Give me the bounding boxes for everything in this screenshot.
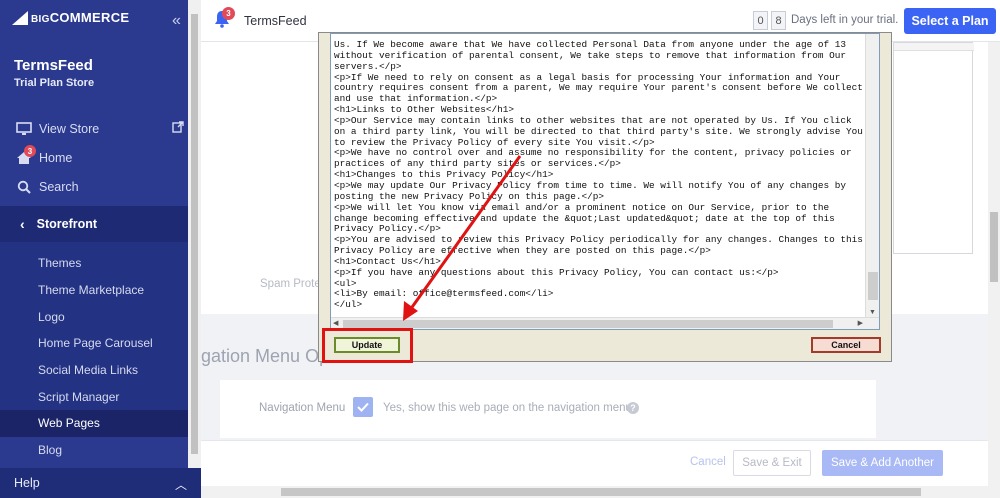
store-plan: Trial Plan Store	[14, 77, 95, 89]
storefront-section: ‹ Storefront Themes Theme Marketplace Lo…	[0, 206, 188, 457]
source-hscroll-thumb[interactable]	[343, 320, 833, 328]
external-link-icon	[172, 121, 184, 133]
page-scrollbar[interactable]	[988, 42, 1000, 486]
sidebar-item-logo[interactable]: Logo	[0, 303, 188, 330]
help-menu[interactable]: Help ︿	[0, 468, 201, 498]
sidebar-item-home-page-carousel[interactable]: Home Page Carousel	[0, 330, 188, 357]
home-badge: 3	[24, 145, 36, 157]
chevron-left-icon: ‹	[20, 216, 25, 232]
source-code-line: </ul>	[334, 299, 363, 311]
html-source-text: Us. If We become aware that We have coll…	[334, 39, 868, 311]
sidebar-item-social-media-links[interactable]: Social Media Links	[0, 357, 188, 384]
bigcommerce-logo[interactable]: BIGCOMMERCE	[12, 10, 129, 25]
trial-days-digit-2: 8	[771, 11, 786, 30]
storefront-back-button[interactable]: ‹ Storefront	[0, 206, 188, 242]
source-code-line: servers.</p>	[334, 60, 402, 72]
sidebar: BIGCOMMERCE « TermsFeed Trial Plan Store…	[0, 0, 201, 498]
source-code-line: <li>By email: office@termsfeed.com</li>	[334, 288, 554, 300]
sidebar-item-web-pages[interactable]: Web Pages	[0, 410, 188, 437]
trial-text: Days left in your trial.	[791, 14, 899, 26]
search-icon	[15, 179, 33, 195]
select-plan-button[interactable]: Select a Plan	[904, 8, 996, 34]
source-code-line: <p>We will let You know via email and/or…	[334, 201, 830, 213]
nav-home-label: Home	[39, 150, 73, 165]
notification-badge: 3	[222, 7, 235, 20]
logo-mark-icon	[12, 10, 28, 25]
scroll-down-arrow-icon[interactable]: ▼	[869, 309, 876, 316]
scroll-right-arrow-icon[interactable]: ▶	[858, 319, 863, 327]
sidebar-item-theme-marketplace[interactable]: Theme Marketplace	[0, 277, 188, 304]
background-editor	[893, 42, 974, 254]
page-scroll-thumb[interactable]	[990, 212, 998, 282]
sidebar-item-script-manager[interactable]: Script Manager	[0, 383, 188, 410]
footer-cancel-link[interactable]: Cancel	[690, 456, 726, 468]
save-exit-button[interactable]: Save & Exit	[733, 450, 811, 476]
spam-protection-label: Spam Prote	[260, 278, 321, 290]
chevron-up-icon: ︿	[174, 478, 187, 492]
nav-search-label: Search	[39, 179, 79, 194]
source-vertical-scrollbar[interactable]: ▼	[865, 34, 879, 318]
sidebar-item-themes[interactable]: Themes	[0, 250, 188, 277]
navigation-menu-checkbox[interactable]	[353, 397, 373, 417]
nav-top: View Store 3 Home Search	[0, 114, 188, 201]
navigation-checkbox-label: Yes, show this web page on the navigatio…	[383, 402, 632, 414]
navigation-menu-label: Navigation Menu	[259, 402, 346, 414]
nav-home[interactable]: 3 Home	[0, 143, 188, 172]
sidebar-item-blog[interactable]: Blog	[0, 437, 188, 464]
trial-days-digit-1: 0	[753, 11, 768, 30]
source-code-line: on a third party link, You will be direc…	[334, 125, 863, 137]
nav-view-store[interactable]: View Store	[0, 114, 188, 143]
update-highlight-annotation	[322, 328, 413, 363]
dialog-cancel-button[interactable]: Cancel	[811, 337, 881, 353]
store-name: TermsFeed	[14, 57, 93, 74]
navigation-options-title: gation Menu Op	[201, 346, 330, 366]
sidebar-scrollbar[interactable]	[188, 0, 201, 498]
scroll-left-arrow-icon[interactable]: ◀	[333, 319, 338, 327]
storefront-title: Storefront	[36, 217, 98, 231]
monitor-icon	[15, 121, 33, 137]
nav-search[interactable]: Search	[0, 172, 188, 201]
collapse-sidebar-icon[interactable]: «	[172, 12, 181, 30]
page-horizontal-scrollbar[interactable]	[201, 486, 1000, 498]
page-hscroll-thumb[interactable]	[281, 488, 921, 496]
logo-rest: COMMERCE	[49, 10, 130, 25]
save-add-another-button[interactable]: Save & Add Another	[822, 450, 943, 476]
source-code-line: <p>If you have any questions about this …	[334, 266, 779, 278]
sidebar-scroll-thumb[interactable]	[191, 14, 198, 454]
logo-big: BIG	[31, 14, 50, 25]
source-vscroll-thumb[interactable]	[868, 272, 878, 300]
storefront-sub-list: Themes Theme Marketplace Logo Home Page …	[0, 250, 188, 464]
source-horizontal-scrollbar[interactable]: ◀ ▶	[331, 317, 879, 329]
html-source-dialog: Us. If We become aware that We have coll…	[318, 32, 892, 362]
nav-view-store-label: View Store	[39, 121, 100, 136]
source-code-line: without verification of parental consent…	[334, 49, 846, 61]
help-label: Help	[14, 476, 40, 490]
topbar-store-name: TermsFeed	[244, 14, 307, 28]
html-source-textarea[interactable]: Us. If We become aware that We have coll…	[330, 33, 880, 330]
help-icon[interactable]: ?	[627, 402, 639, 414]
check-icon	[357, 402, 369, 412]
